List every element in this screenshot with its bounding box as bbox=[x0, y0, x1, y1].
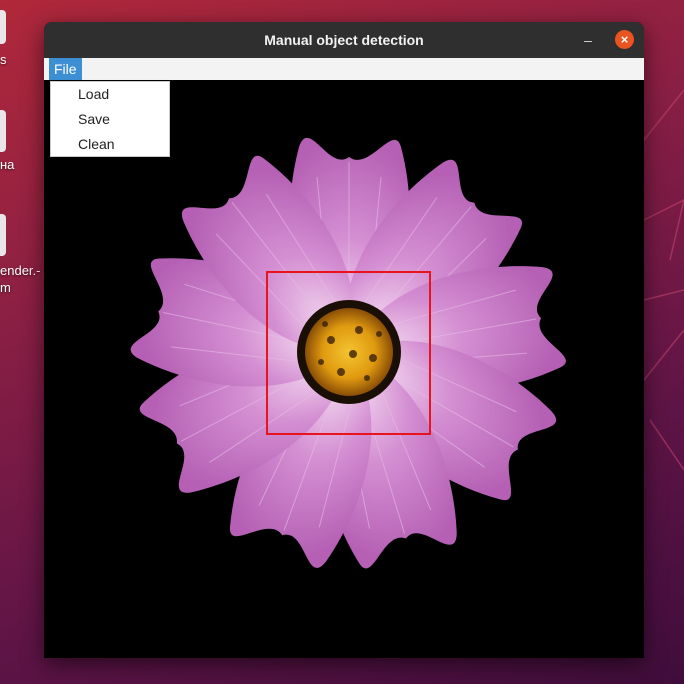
close-button[interactable]: × bbox=[615, 30, 634, 49]
menu-item-clean[interactable]: Clean bbox=[51, 132, 169, 157]
flower-image bbox=[126, 137, 571, 575]
window-title: Manual object detection bbox=[264, 32, 424, 48]
menu-item-load[interactable]: Load bbox=[51, 82, 169, 107]
minimize-button[interactable]: – bbox=[578, 30, 598, 50]
desktop-icon-1[interactable] bbox=[0, 10, 6, 44]
flower-center bbox=[305, 308, 393, 396]
app-window: Manual object detection – × File Load Sa… bbox=[44, 22, 644, 658]
file-dropdown-menu: Load Save Clean bbox=[50, 81, 170, 157]
desktop-label-4: m bbox=[0, 280, 11, 295]
menu-item-save[interactable]: Save bbox=[51, 107, 169, 132]
file-menu[interactable]: File bbox=[49, 58, 82, 80]
title-bar[interactable]: Manual object detection – × bbox=[44, 22, 644, 58]
desktop-icon-2[interactable] bbox=[0, 110, 6, 152]
desktop-label-2: на bbox=[0, 157, 15, 172]
flower-petals bbox=[126, 137, 571, 575]
desktop-icon-3[interactable] bbox=[0, 214, 6, 256]
menu-bar: File bbox=[44, 58, 644, 81]
desktop-label-3: ender.- bbox=[0, 263, 41, 278]
desktop-label-1: s bbox=[0, 52, 7, 67]
image-canvas[interactable] bbox=[44, 80, 644, 658]
